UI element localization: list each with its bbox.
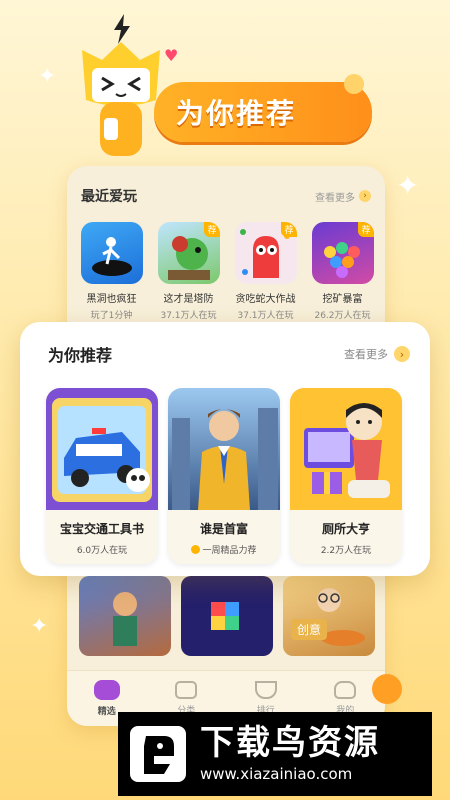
medal-icon <box>191 545 201 554</box>
tab-category[interactable]: 分类 <box>156 681 216 716</box>
recent-item-name: 这才是塔防 <box>163 294 214 305</box>
game-tile[interactable]: 创意 <box>283 576 375 656</box>
game-card[interactable]: 谁是首富 一周精品力荐 <box>168 388 280 564</box>
sparkle-icon: ✦ <box>30 614 49 639</box>
recommend-header: 为你推荐 查看更多 › <box>48 342 410 366</box>
recent-more-link[interactable]: 查看更多 › <box>315 189 371 204</box>
mascot-image <box>82 42 160 156</box>
chevron-right-icon: › <box>394 346 410 362</box>
game-icon-snake: 荐 <box>234 222 297 284</box>
gamepad-icon <box>93 680 120 700</box>
sparkle-icon: ✦ <box>38 64 57 89</box>
recent-more-label: 查看更多 <box>315 192 355 204</box>
watermark-title: 下载鸟资源 <box>200 723 380 764</box>
tab-mine[interactable]: 我的 <box>315 681 375 716</box>
recommend-tag: 荐 <box>358 222 374 237</box>
game-cover-police-car <box>46 388 158 510</box>
heart-icon: ♥ <box>164 46 179 65</box>
game-name: 谁是首富 <box>199 522 248 536</box>
recent-item-name: 贪吃蛇大作战 <box>235 294 296 305</box>
game-cover-richest <box>168 388 280 510</box>
recommend-card: 为你推荐 查看更多 › 宝宝交通工具书 6.0万人在玩 谁是首富 一周精品力荐 … <box>20 322 430 576</box>
recent-item[interactable]: 荐 挖矿暴富 26.2万人在玩 <box>310 222 375 321</box>
recommend-more-label: 查看更多 <box>344 348 388 361</box>
chevron-right-icon: › <box>359 190 371 202</box>
recent-item[interactable]: 荐 贪吃蛇大作战 37.1万人在玩 <box>233 222 298 321</box>
game-badge-label: 一周精品力荐 <box>202 546 257 556</box>
watermark-url: www.xiazainiao.com <box>200 764 353 783</box>
recent-list: 黑洞也疯狂 玩了1分钟 荐 这才是塔防 37.1万人在玩 荐 贪吃蛇大作战 37… <box>79 222 375 321</box>
more-games-strip: 创意 <box>79 576 375 656</box>
tab-ranking[interactable]: 排行 <box>236 681 296 716</box>
game-card[interactable]: 宝宝交通工具书 6.0万人在玩 <box>46 388 158 564</box>
recommend-games: 宝宝交通工具书 6.0万人在玩 谁是首富 一周精品力荐 厕所大亨 2.2万人在玩 <box>46 388 402 564</box>
watermark-text: 下载鸟资源 www.xiazainiao.com <box>200 723 380 783</box>
game-players: 2.2万人在玩 <box>320 546 372 556</box>
recent-item[interactable]: 荐 这才是塔防 37.1万人在玩 <box>156 222 221 321</box>
floating-dot <box>372 674 402 704</box>
recent-item-sub: 26.2万人在玩 <box>314 311 371 321</box>
recommend-tag: 荐 <box>281 222 297 237</box>
watermark: 下载鸟资源 www.xiazainiao.com <box>118 712 432 796</box>
recent-header: 最近爱玩 查看更多 › <box>81 186 371 206</box>
recommend-tag: 荐 <box>204 222 220 237</box>
banner: 为你推荐 <box>154 74 372 142</box>
game-icon-black-hole <box>80 222 143 284</box>
game-players: 6.0万人在玩 <box>76 546 128 556</box>
game-tile[interactable] <box>181 576 273 656</box>
game-name: 厕所大亨 <box>321 522 370 536</box>
game-icon-tower-defense: 荐 <box>157 222 220 284</box>
game-name: 宝宝交通工具书 <box>59 522 144 536</box>
game-tile-badge: 创意 <box>291 619 328 640</box>
recent-item-name: 挖矿暴富 <box>322 294 363 305</box>
recent-item[interactable]: 黑洞也疯狂 玩了1分钟 <box>79 222 144 321</box>
banner-dot <box>344 74 364 94</box>
sparkle-icon: ✦ <box>396 169 420 202</box>
bird-logo-icon <box>130 726 186 782</box>
recent-item-sub: 玩了1分钟 <box>90 311 133 321</box>
recommend-more-link[interactable]: 查看更多 › <box>344 346 410 362</box>
recent-title: 最近爱玩 <box>81 189 137 205</box>
recent-item-name: 黑洞也疯狂 <box>86 294 137 305</box>
recent-item-sub: 37.1万人在玩 <box>237 311 294 321</box>
folder-icon <box>175 681 198 699</box>
trophy-icon <box>254 681 277 699</box>
game-badge: 一周精品力荐 <box>168 543 280 556</box>
recommend-title: 为你推荐 <box>48 346 113 365</box>
recent-item-sub: 37.1万人在玩 <box>160 311 217 321</box>
game-card[interactable]: 厕所大亨 2.2万人在玩 <box>290 388 402 564</box>
game-icon-mining: 荐 <box>311 222 374 284</box>
game-tile[interactable] <box>79 576 171 656</box>
banner-title: 为你推荐 <box>176 97 297 130</box>
profile-icon <box>334 681 357 699</box>
game-cover-toilet <box>290 388 402 510</box>
